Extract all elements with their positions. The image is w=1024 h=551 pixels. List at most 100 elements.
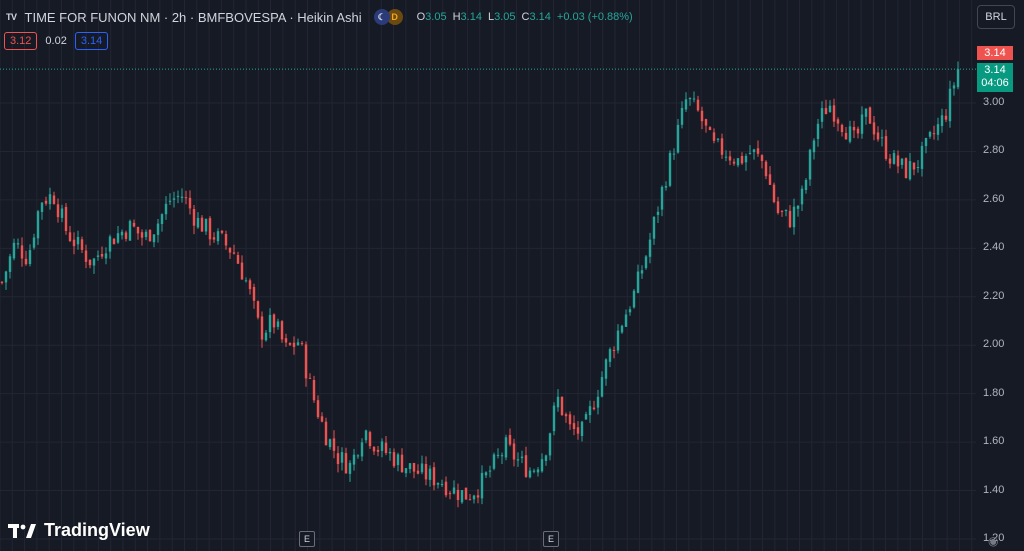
candle-down: [764, 161, 768, 177]
candle-down: [284, 338, 288, 343]
low-value: 3.05: [494, 11, 516, 23]
candle-down: [568, 414, 572, 425]
bid-ask-row: 3.12 0.02 3.14: [4, 32, 109, 50]
candle-down: [612, 350, 616, 351]
candle-up: [16, 243, 20, 245]
candle-down: [316, 400, 320, 418]
candle-down: [524, 455, 528, 477]
candle-down: [212, 237, 216, 240]
candle-up: [120, 231, 124, 236]
candle-up: [380, 441, 384, 451]
candle-down: [20, 245, 24, 259]
candle-down: [392, 452, 396, 467]
candle-up: [264, 332, 268, 341]
candle-down: [308, 377, 312, 379]
candle-up: [492, 454, 496, 469]
candle-down: [728, 156, 732, 161]
ohlc-values: O3.05 H3.14 L3.05 C3.14 +0.03 (+0.88%): [417, 11, 633, 23]
candle-down: [704, 119, 708, 126]
candle-down: [912, 162, 916, 170]
candle-up: [440, 484, 444, 485]
price-axis-tick: 2.60: [983, 192, 1005, 205]
candle-up: [812, 140, 816, 153]
candle-up: [808, 149, 812, 180]
candle-down: [324, 421, 328, 446]
candle-up: [804, 180, 808, 190]
candle-up: [60, 208, 64, 218]
candle-up: [640, 270, 644, 274]
candle-up: [76, 237, 80, 245]
candle-down: [344, 453, 348, 474]
candle-up: [428, 468, 432, 480]
candle-down: [376, 449, 380, 452]
candle-up: [348, 462, 352, 474]
candle-up: [920, 145, 924, 169]
candle-down: [412, 463, 416, 472]
candle-down: [124, 232, 128, 239]
candle-down: [272, 314, 276, 328]
price-chart[interactable]: [0, 0, 1024, 551]
candle-up: [196, 217, 200, 228]
candle-down: [844, 132, 848, 140]
candle-up: [692, 98, 696, 100]
candle-down: [72, 239, 76, 247]
candle-up: [452, 487, 456, 494]
currency-button[interactable]: BRL: [977, 5, 1015, 29]
candle-down: [64, 206, 68, 231]
candle-up: [396, 454, 400, 466]
candle-down: [824, 108, 828, 115]
candle-down: [148, 229, 152, 242]
price-axis-tick: 1.60: [983, 435, 1005, 448]
candle-up: [360, 442, 364, 457]
candle-up: [484, 472, 488, 476]
candle-up: [688, 98, 692, 100]
candle-down: [336, 453, 340, 464]
candle-up: [680, 108, 684, 125]
candle-down: [592, 407, 596, 410]
candle-down: [476, 495, 480, 498]
candle-down: [708, 127, 712, 130]
candle-down: [44, 200, 48, 204]
candle-down: [896, 155, 900, 167]
candle-up: [116, 233, 120, 243]
candle-up: [916, 167, 920, 168]
candle-down: [840, 124, 844, 133]
change-value: +0.03 (+0.88%): [556, 11, 633, 23]
candle-up: [204, 218, 208, 232]
candle-down: [100, 254, 104, 257]
candle-up: [8, 256, 12, 272]
candle-down: [248, 280, 252, 290]
candle-down: [184, 197, 188, 199]
candle-down: [572, 423, 576, 429]
candle-down: [80, 239, 84, 250]
earnings-event-marker[interactable]: E: [299, 531, 315, 547]
tradingview-logo[interactable]: TradingView: [8, 520, 150, 541]
candle-up: [744, 155, 748, 163]
candle-down: [236, 255, 240, 264]
candle-up: [500, 455, 504, 457]
candle-up: [600, 377, 604, 397]
candle-up: [660, 186, 664, 210]
candle-up: [504, 437, 508, 458]
earnings-event-marker[interactable]: E: [543, 531, 559, 547]
candle-up: [176, 195, 180, 197]
candle-up: [656, 211, 660, 215]
ask-price-button[interactable]: 3.14: [74, 32, 109, 50]
candle-down: [228, 247, 232, 253]
candle-up: [880, 137, 884, 139]
candle-up: [948, 88, 952, 122]
candle-up: [648, 239, 652, 257]
candle-up: [472, 495, 476, 500]
candle-down: [456, 489, 460, 500]
candle-up: [352, 454, 356, 465]
symbol-title[interactable]: TIME FOR FUNON NM · 2h · BMFBOVESPA · He…: [25, 10, 362, 25]
market-closed-moon-icon[interactable]: ☾: [373, 9, 390, 25]
candle-down: [132, 222, 136, 227]
candle-up: [104, 253, 108, 259]
candle-up: [860, 114, 864, 134]
eye-icon[interactable]: ◉: [988, 534, 998, 548]
candle-down: [564, 414, 568, 417]
bid-price-button[interactable]: 3.12: [4, 32, 38, 50]
candle-up: [624, 314, 628, 327]
candle-up: [584, 414, 588, 420]
